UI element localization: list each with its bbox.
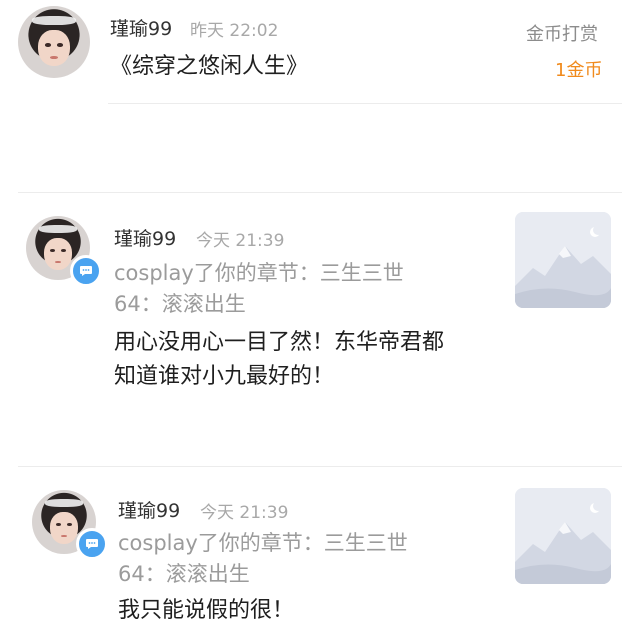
chapter-reference[interactable]: cosplay了你的章节：三生三世 64：滚滚出生 (114, 258, 444, 320)
divider (18, 192, 622, 193)
chapter-reference[interactable]: cosplay了你的章节：三生三世 64：滚滚出生 (118, 528, 448, 590)
timestamp: 今天 21:39 (196, 231, 285, 251)
comment-text: 用心没用心一目了然！东华帝君都 知道谁对小九最好的！ (114, 330, 445, 389)
comment-item[interactable]: 瑾瑜99 今天 21:39 cosplay了你的章节：三生三世 64：滚滚出生 … (0, 196, 640, 466)
mountain-placeholder-icon[interactable] (515, 212, 611, 308)
reward-label: 金币打赏 (526, 24, 598, 45)
timestamp: 今天 21:39 (200, 503, 289, 523)
chat-bubble-icon (70, 255, 102, 287)
mountain-placeholder-icon[interactable] (515, 488, 611, 584)
avatar[interactable] (18, 6, 90, 78)
comment-text: 我只能说假的很！ (118, 598, 295, 623)
username[interactable]: 瑾瑜99 (118, 496, 180, 523)
divider (18, 466, 622, 467)
timestamp: 昨天 22:02 (190, 21, 279, 41)
username[interactable]: 瑾瑜99 (114, 224, 176, 251)
reward-item[interactable]: 瑾瑜99 昨天 22:02 《综穿之悠闲人生》 金币打赏 1金币 (0, 0, 640, 110)
divider (108, 103, 622, 104)
book-title[interactable]: 《综穿之悠闲人生》 (110, 48, 308, 80)
chat-bubble-icon (76, 528, 108, 560)
comment-item[interactable]: 瑾瑜99 今天 21:39 cosplay了你的章节：三生三世 64：滚滚出生 … (0, 468, 640, 628)
username[interactable]: 瑾瑜99 (110, 14, 172, 41)
reward-amount: 1金币 (555, 60, 603, 81)
